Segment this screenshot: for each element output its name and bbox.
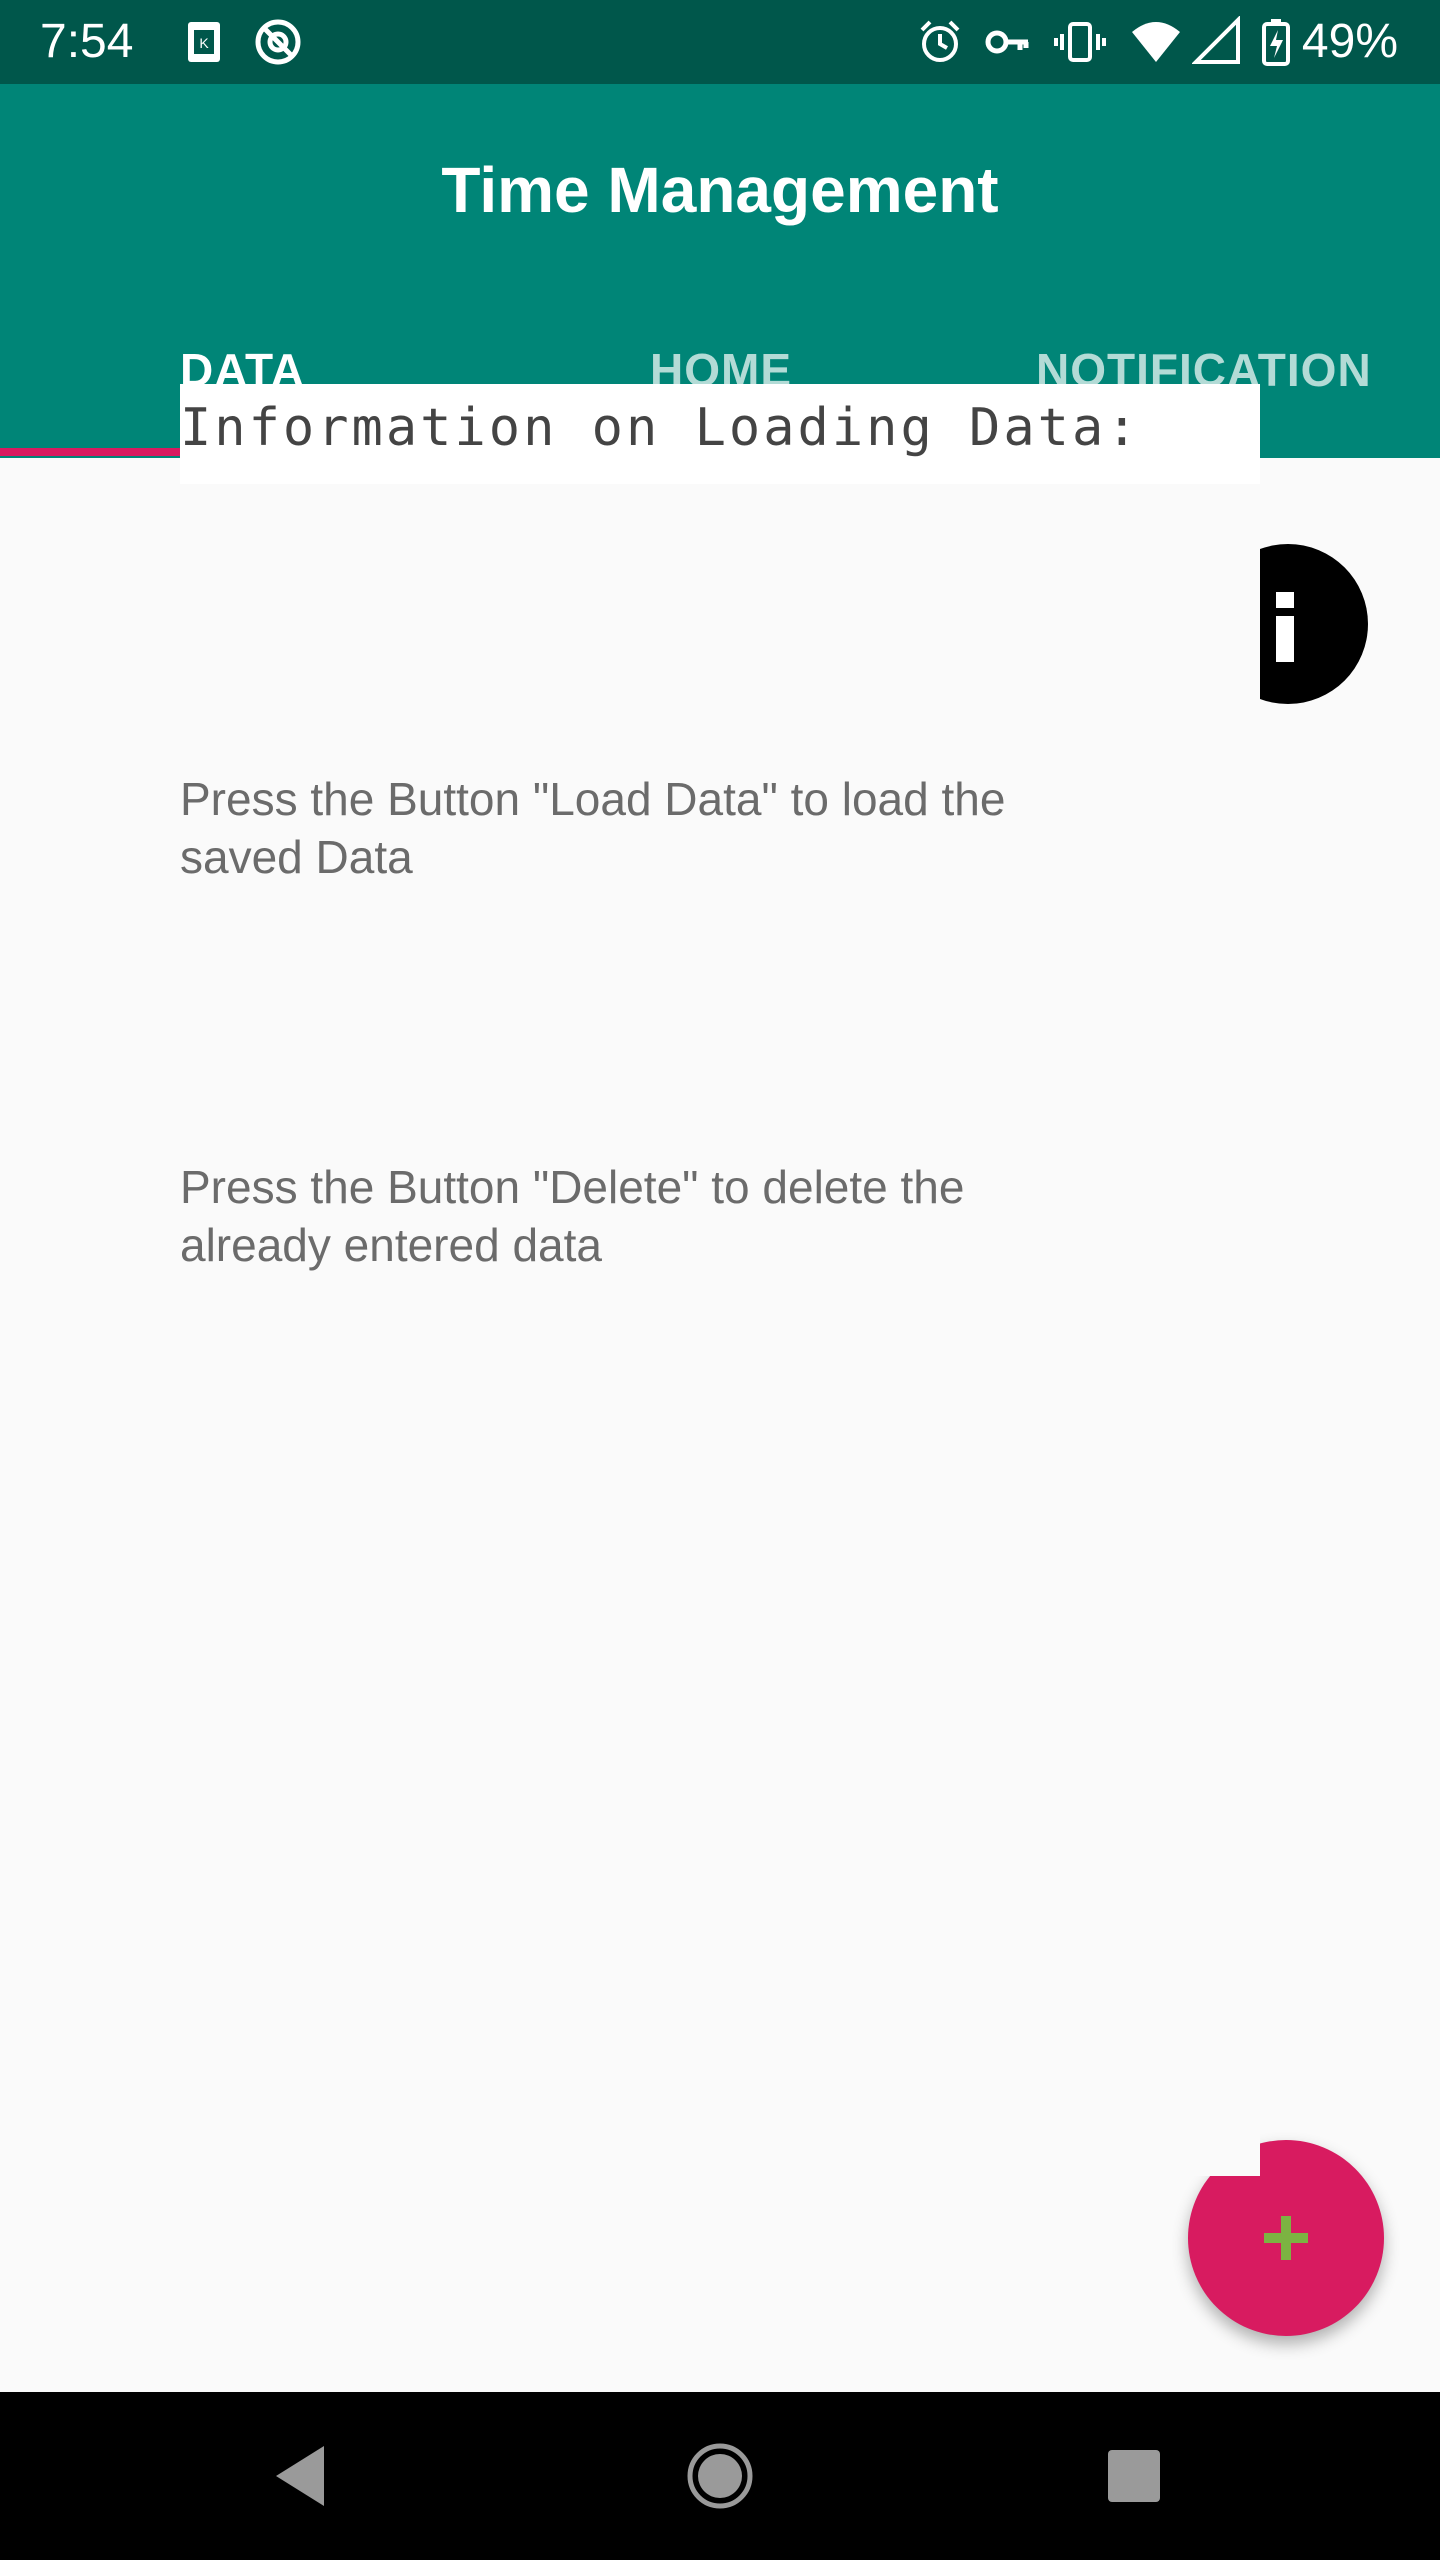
tab-indicator xyxy=(0,448,182,456)
sim-card-icon: K xyxy=(188,22,220,62)
delete-instructions: Press the Button "Delete" to delete the … xyxy=(180,1161,965,1271)
home-icon[interactable] xyxy=(680,2436,760,2516)
app-title: Time Management xyxy=(441,154,999,226)
no-disturb-icon xyxy=(255,19,301,65)
wifi-icon xyxy=(1132,22,1180,62)
load-data-instructions: Press the Button "Load Data" to load the… xyxy=(180,773,1006,883)
signal-icon xyxy=(1192,16,1240,64)
vpn-key-icon xyxy=(985,30,1029,54)
vibrate-icon xyxy=(1054,22,1106,62)
plus-icon xyxy=(1264,2216,1308,2260)
alarm-icon xyxy=(920,20,960,62)
battery-percent: 49% xyxy=(1301,15,1398,68)
info-header: Information on Loading Data: xyxy=(180,384,1260,484)
info-icon[interactable] xyxy=(1260,544,1368,704)
status-time: 7:54 xyxy=(40,15,134,68)
recents-icon[interactable] xyxy=(1094,2436,1174,2516)
fab-notch xyxy=(1188,2132,1260,2176)
status-bar: 7:54 K 49% xyxy=(0,0,1440,84)
back-icon[interactable] xyxy=(262,2436,342,2516)
battery-charging-icon xyxy=(1262,19,1290,66)
svg-text:K: K xyxy=(199,35,209,51)
navigation-bar xyxy=(0,2392,1440,2560)
info-header-text: Information on Loading Data: xyxy=(180,398,1141,458)
